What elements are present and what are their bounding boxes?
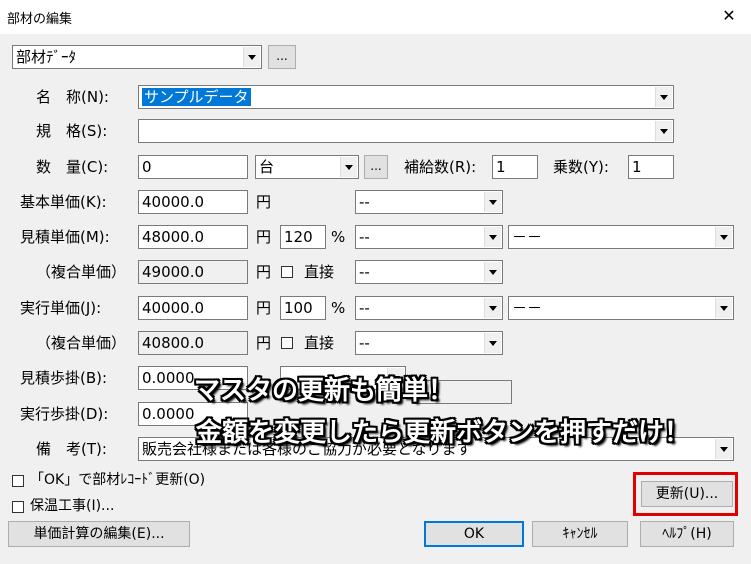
note-label: 備 考(T):	[36, 440, 107, 458]
name-combo[interactable]: サンプルデータ	[138, 85, 674, 109]
exec-combo-2-value: －－	[512, 299, 543, 317]
yen-label: 円	[256, 334, 272, 352]
unit-browse-button[interactable]: ...	[364, 155, 388, 179]
yen-label: 円	[256, 263, 272, 281]
name-value: サンプルデータ	[142, 88, 251, 106]
supp-count-input[interactable]: 1	[492, 155, 538, 179]
data-browse-button[interactable]: ...	[268, 45, 296, 69]
composite-price-label-1: （複合単価）	[36, 263, 127, 281]
name-label: 名 称(N):	[36, 88, 109, 106]
qty-label: 数 量(C):	[36, 158, 109, 176]
est-rate-label: 見積歩掛(B):	[20, 369, 108, 387]
exec-combo-1-value: --	[359, 299, 370, 317]
est-combo-2-value: －－	[512, 228, 543, 246]
chevron-down-icon	[340, 157, 357, 177]
percent-label: %	[331, 299, 346, 317]
composite-combo-1[interactable]: --	[355, 260, 503, 284]
close-icon[interactable]: ✕	[715, 4, 743, 28]
help-button[interactable]: ﾍﾙﾌﾟ(H)	[640, 521, 734, 547]
exec-rate-label: 実行歩掛(D):	[20, 405, 109, 423]
spec-label: 規 格(S):	[36, 122, 108, 140]
composite-price-1: 49000.0	[138, 260, 248, 284]
overlay-caption-line-1: マスタの更新も簡単！	[194, 376, 455, 406]
est-price-combo-2[interactable]: －－	[508, 225, 734, 249]
base-price-label: 基本単価(K):	[20, 193, 107, 211]
est-price-label: 見積単価(M):	[20, 228, 110, 246]
yen-label: 円	[256, 228, 272, 246]
base-price-combo-value: --	[359, 193, 370, 211]
supp-count-label: 補給数(R):	[404, 158, 477, 176]
yen-label: 円	[256, 299, 272, 317]
direct-checkbox-2[interactable]	[281, 337, 293, 349]
data-type-value: 部材ﾃﾞｰﾀ	[16, 48, 77, 66]
title-bar: 部材の編集 ✕	[0, 0, 751, 34]
chevron-down-icon	[715, 227, 732, 247]
data-type-combo[interactable]: 部材ﾃﾞｰﾀ	[12, 45, 262, 69]
spec-combo[interactable]	[138, 119, 674, 143]
est-price-input[interactable]: 48000.0	[138, 225, 248, 249]
chevron-down-icon	[655, 87, 672, 107]
overlay-caption-line-2: 金額を変更したら更新ボタンを押すだけ！	[196, 418, 691, 448]
composite-combo-2[interactable]: --	[355, 331, 503, 355]
chevron-down-icon	[715, 439, 732, 459]
qty-input[interactable]: 0	[138, 155, 248, 179]
yen-label: 円	[256, 193, 272, 211]
percent-label: %	[331, 228, 346, 246]
ok-update-label: 「OK」で部材ﾚｺｰﾄﾞ更新(O)	[30, 472, 206, 488]
est-combo-1-value: --	[359, 228, 370, 246]
direct-label-1: 直接	[304, 263, 335, 281]
chevron-down-icon	[484, 227, 501, 247]
chevron-down-icon	[484, 298, 501, 318]
edit-material-dialog: 部材の編集 ✕ 部材ﾃﾞｰﾀ ... 名 称(N): サンプルデータ 規 格(S…	[0, 0, 751, 564]
insulation-checkbox[interactable]	[12, 501, 24, 513]
unit-combo[interactable]: 台	[255, 155, 359, 179]
exec-price-label: 実行単価(J):	[20, 299, 102, 317]
direct-label-2: 直接	[304, 334, 335, 352]
window-title: 部材の編集	[7, 12, 73, 27]
chevron-down-icon	[655, 121, 672, 141]
est-price-combo-1[interactable]: --	[355, 225, 503, 249]
est-percent-input[interactable]: 120	[280, 225, 326, 249]
base-price-input[interactable]: 40000.0	[138, 190, 248, 214]
update-button-highlight	[633, 472, 738, 516]
chevron-down-icon	[484, 192, 501, 212]
multiplier-label: 乗数(Y):	[553, 158, 609, 176]
chevron-down-icon	[715, 298, 732, 318]
cancel-button[interactable]: ｷｬﾝｾﾙ	[532, 521, 628, 547]
insulation-label: 保温工事(I)...	[30, 498, 115, 514]
unit-value: 台	[259, 158, 275, 176]
exec-percent-input[interactable]: 100	[280, 296, 326, 320]
composite-combo-1-value: --	[359, 263, 370, 281]
composite-combo-2-value: --	[359, 334, 370, 352]
composite-price-label-2: （複合単価）	[36, 334, 127, 352]
base-price-combo[interactable]: --	[355, 190, 503, 214]
chevron-down-icon	[484, 333, 501, 353]
chevron-down-icon	[484, 262, 501, 282]
exec-price-combo-1[interactable]: --	[355, 296, 503, 320]
ok-button[interactable]: OK	[424, 521, 524, 547]
chevron-down-icon	[243, 47, 260, 67]
exec-price-combo-2[interactable]: －－	[508, 296, 734, 320]
unit-calc-edit-button[interactable]: 単価計算の編集(E)...	[8, 521, 190, 547]
exec-price-input[interactable]: 40000.0	[138, 296, 248, 320]
composite-price-2: 40800.0	[138, 331, 248, 355]
multiplier-input[interactable]: 1	[628, 155, 674, 179]
direct-checkbox-1[interactable]	[281, 266, 293, 278]
ok-update-checkbox[interactable]	[12, 475, 24, 487]
